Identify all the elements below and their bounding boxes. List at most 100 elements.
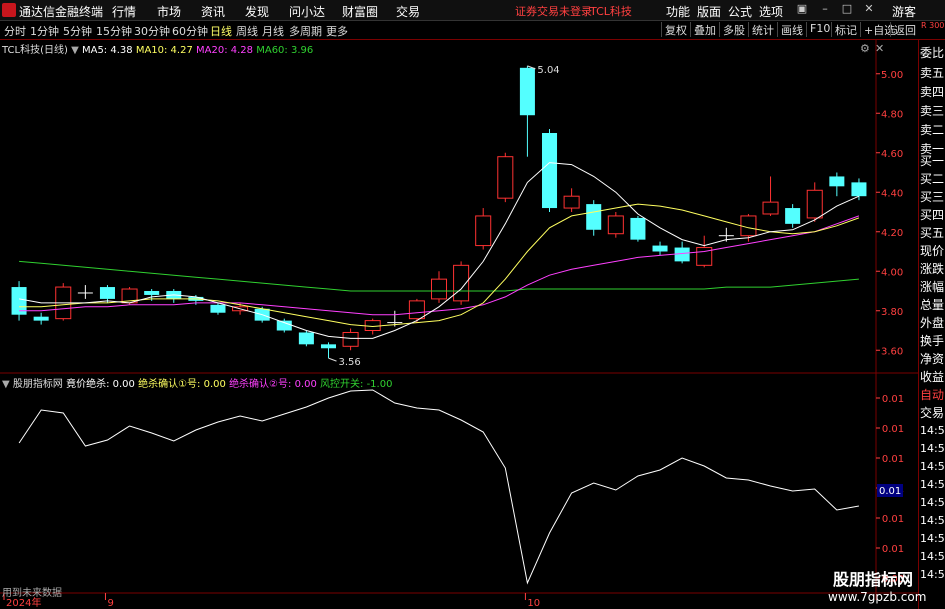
- multi-stock-button[interactable]: 多股: [719, 22, 748, 37]
- ma5-line: [19, 162, 860, 339]
- panel-item: 外盘: [920, 316, 945, 330]
- user-guest[interactable]: 游客: [892, 3, 916, 20]
- candle-body: [607, 215, 624, 235]
- mark-button[interactable]: 标记: [831, 22, 860, 37]
- minimize-icon[interactable]: –: [818, 2, 832, 16]
- candle-body: [829, 176, 845, 187]
- tab-30min[interactable]: 30分钟: [134, 23, 170, 39]
- sub-indicator-name: 股朋指标网: [12, 379, 63, 390]
- sub-item-2: 绝杀确认①号: 0.00: [138, 379, 226, 390]
- low-price-label: 3.56: [338, 357, 360, 368]
- candle-body: [33, 316, 49, 321]
- tab-5min[interactable]: 5分钟: [63, 23, 92, 39]
- app-title: 通达信金融终端: [19, 5, 104, 19]
- panel-item: 换手: [920, 334, 945, 348]
- sub-indicator-line: [18, 389, 859, 585]
- panel-item: 买五: [920, 226, 945, 240]
- sub-collapse-icon[interactable]: ▼: [2, 379, 10, 390]
- panel-item: 卖四: [920, 85, 945, 99]
- tab-1min[interactable]: 1分钟: [30, 23, 59, 39]
- menu-item-layout[interactable]: 版面: [697, 3, 721, 20]
- maximize-icon[interactable]: □: [840, 2, 854, 16]
- tick-time: 14:56: [920, 514, 945, 527]
- menu-item-formula[interactable]: 公式: [728, 3, 752, 20]
- candle-body: [298, 332, 314, 345]
- tick-time: 14:56: [920, 568, 945, 581]
- kline-chart[interactable]: 5.00 4.80 4.60 4.40 4.20 4.00 3.80 3.60 0.01 0.01…: [0, 40, 918, 609]
- candle-body: [430, 278, 448, 300]
- panel-item: 买二: [920, 172, 945, 186]
- menu-item-market[interactable]: 市场: [157, 3, 181, 20]
- sub-item-1: 竟价绝杀: 0.00: [66, 379, 135, 390]
- watermark: 股朋指标网 www.7gpzb.com: [828, 566, 926, 608]
- candle-body: [475, 215, 492, 247]
- menu-item-discover[interactable]: 发现: [245, 3, 269, 20]
- tab-15min[interactable]: 15分钟: [96, 23, 132, 39]
- login-status[interactable]: 证券交易未登录: [515, 3, 592, 19]
- skin-icon[interactable]: ▣: [795, 2, 809, 16]
- tab-intraday[interactable]: 分时: [4, 23, 26, 39]
- candle-body: [674, 247, 690, 262]
- tab-60min[interactable]: 60分钟: [172, 23, 208, 39]
- menu-item-assistant[interactable]: 问小达: [289, 3, 325, 20]
- overlay-button[interactable]: 叠加: [690, 22, 719, 37]
- menu-item-trade[interactable]: 交易: [396, 3, 420, 20]
- tick-time: 14:56: [920, 550, 945, 563]
- time-tick-label: 9: [107, 598, 113, 609]
- candle-body: [785, 208, 801, 224]
- menu-item-options[interactable]: 选项: [759, 3, 783, 20]
- current-stock: TCL科技: [590, 5, 632, 18]
- candle-body: [630, 217, 646, 240]
- tab-monthly[interactable]: 月线: [262, 23, 284, 39]
- sub-item-4: 风控开关: -1.00: [320, 379, 393, 390]
- menu-item-news[interactable]: 资讯: [201, 3, 225, 20]
- trade-button[interactable]: 交易: [920, 404, 945, 422]
- auto-toggle[interactable]: 自动: [920, 386, 945, 404]
- tick-time: 14:56: [920, 532, 945, 545]
- watermark-title: 股朋指标网: [832, 570, 913, 589]
- panel-item: 卖五: [920, 66, 945, 80]
- candle-body: [762, 201, 779, 215]
- panel-item: 卖三: [920, 104, 945, 118]
- close-icon[interactable]: ✕: [862, 2, 876, 16]
- tab-multi-period[interactable]: 多周期: [289, 23, 322, 39]
- menu-item-functions[interactable]: 功能: [666, 3, 690, 20]
- quote-panel: 委比 卖五 卖四 卖三 卖二 卖一 买一 买二 买三 买四 买五 现价 涨跌 涨…: [918, 40, 945, 609]
- price-tick-label: 3.80: [881, 307, 903, 318]
- back-button[interactable]: 返回: [890, 22, 919, 37]
- price-tick-label: 4.80: [881, 109, 903, 120]
- price-tick-label: 4.20: [881, 228, 903, 239]
- tab-more[interactable]: 更多: [326, 23, 348, 39]
- draw-line-button[interactable]: 画线: [777, 22, 806, 37]
- menu-item-quotes[interactable]: 行情: [112, 3, 136, 20]
- tick-time: 14:56: [920, 478, 945, 491]
- tab-weekly[interactable]: 周线: [236, 23, 258, 39]
- corner-label: R 300: [921, 21, 945, 30]
- sub-indicator-title: ▼ 股朋指标网 竟价绝杀: 0.00 绝杀确认①号: 0.00 绝杀确认②号: …: [2, 375, 392, 390]
- panel-item: 买一: [920, 154, 945, 168]
- panel-item[interactable]: 委比: [920, 44, 945, 62]
- ma10-line: [19, 203, 860, 328]
- high-price-label: 5.04: [537, 65, 559, 76]
- panel-item: 收益: [920, 370, 945, 384]
- tab-daily[interactable]: 日线: [210, 23, 232, 39]
- time-tick-label: 10: [527, 598, 540, 609]
- price-tick-label: 4.40: [881, 188, 903, 199]
- candle-body: [806, 189, 823, 219]
- adjust-button[interactable]: 复权: [661, 22, 690, 37]
- candle-body: [586, 204, 602, 230]
- candle-body: [210, 304, 226, 313]
- panel-item: 卖二: [920, 123, 945, 137]
- sub-tick-label: 0.01: [882, 424, 904, 435]
- sub-tick-label: 0.01: [882, 544, 904, 555]
- period-toolbar: 分时 1分钟 5分钟 15分钟 30分钟 60分钟 日线 周线 月线 多周期 更…: [0, 21, 945, 40]
- panel-item: 涨跌: [920, 262, 945, 276]
- candle-body: [320, 344, 337, 349]
- candle-body: [652, 245, 668, 252]
- panel-item: 买三: [920, 190, 945, 204]
- f10-button[interactable]: F10: [806, 22, 833, 37]
- price-tick-label: 4.60: [881, 149, 903, 160]
- stats-button[interactable]: 统计: [748, 22, 777, 37]
- menu-item-wealth[interactable]: 财富圈: [342, 3, 378, 20]
- app-logo-icon: [2, 3, 16, 17]
